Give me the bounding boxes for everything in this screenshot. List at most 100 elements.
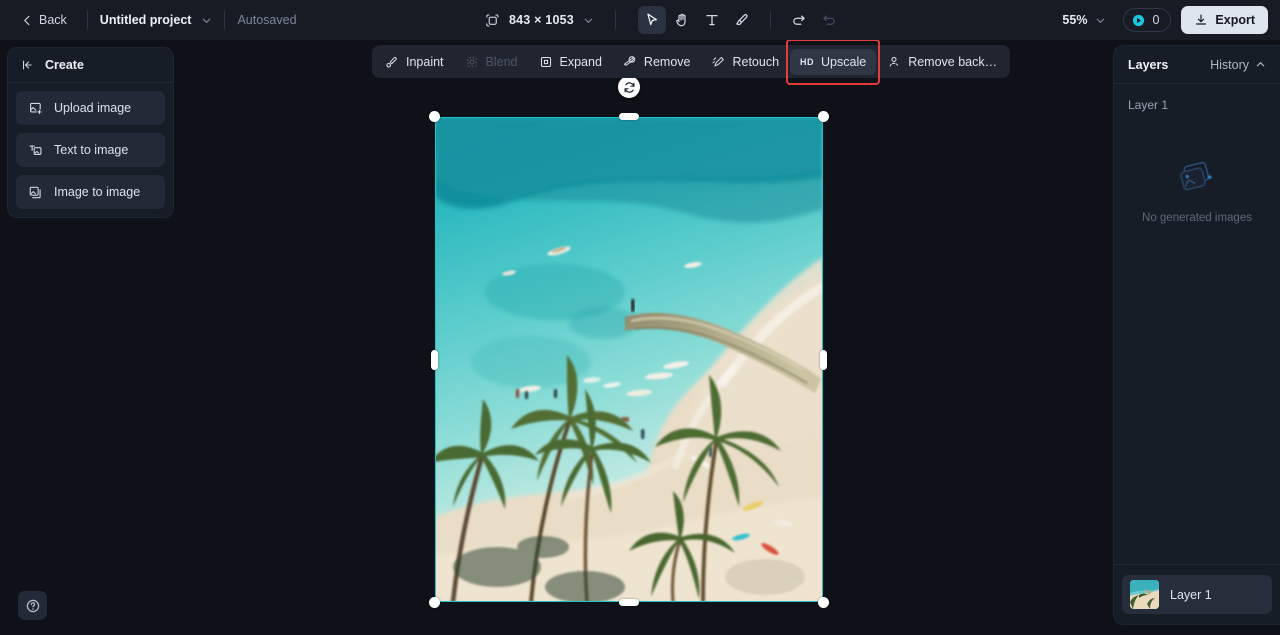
chevron-down-icon [1095,15,1106,26]
canvas-area[interactable] [182,40,1105,635]
expand-icon [539,55,553,69]
history-tab[interactable]: History [1210,58,1266,72]
hand-tool[interactable] [668,6,696,34]
canvas-size-value: 843 × 1053 [509,13,574,27]
canvas-resize-icon [485,13,500,28]
blend-button[interactable]: Blend [455,49,528,75]
layer-list: Layer 1 [1114,565,1280,624]
resize-handle-top[interactable] [619,113,639,120]
undo-button[interactable] [785,6,813,34]
divider [614,11,616,29]
text-to-image-icon [28,143,43,158]
brush-tool[interactable] [728,6,756,34]
hd-icon: HD [800,56,815,67]
remove-background-button[interactable]: Remove back… [877,49,1007,75]
beach-image-graphic [435,117,823,602]
create-panel-title: Create [45,58,84,72]
action-label: Retouch [732,54,780,69]
generated-images-empty-state: No generated images [1114,112,1280,267]
retouch-icon [711,55,725,69]
create-panel-body: Upload image Text to image Image to imag… [8,83,173,217]
image-to-image-button[interactable]: Image to image [16,175,165,209]
export-button[interactable]: Export [1181,6,1268,34]
project-name[interactable]: Untitled project [100,13,192,27]
right-panel: Layers History Layer 1 No generated imag… [1113,45,1280,625]
zoom-level-value: 55% [1062,13,1088,27]
redo-button[interactable] [815,6,843,34]
list-item[interactable]: Layer 1 [1122,575,1272,614]
remove-icon [623,55,637,69]
divider [86,11,88,29]
project-menu-chevron-down-icon[interactable] [201,15,212,26]
beach-image[interactable] [435,117,823,602]
resize-handle-bottom-left[interactable] [429,597,440,608]
resize-handle-top-right[interactable] [818,111,829,122]
action-label: Blend [485,54,518,69]
action-label: Expand [559,54,602,69]
resize-handle-right[interactable] [820,349,827,370]
remove-button[interactable]: Remove [613,49,701,75]
top-bar-center: 843 × 1053 [478,0,843,40]
zoom-level-selector[interactable]: 55% [1055,8,1113,32]
credits-button[interactable]: 0 [1123,8,1172,32]
chevron-up-icon [1255,59,1266,70]
empty-state-label: No generated images [1142,211,1252,224]
rotate-handle[interactable] [618,76,640,98]
right-panel-header: Layers History [1114,46,1280,84]
top-bar: Back Untitled project Autosaved 843 × 10… [0,0,1280,40]
resize-handle-left[interactable] [431,349,438,370]
layer-group-label: Layer 1 [1128,98,1169,112]
create-item-label: Image to image [54,185,141,199]
create-panel-header: Create [8,48,173,83]
chevron-left-icon [22,15,33,26]
resize-handle-bottom[interactable] [619,599,639,606]
export-label: Export [1215,13,1255,27]
text-tool[interactable] [698,6,726,34]
layer-name: Layer 1 [1170,587,1212,602]
text-to-image-button[interactable]: Text to image [16,133,165,167]
top-bar-left: Back Untitled project Autosaved [0,8,297,32]
blend-icon [465,55,479,69]
rotate-icon [623,81,636,94]
credits-icon [1132,14,1145,27]
layer-thumbnail [1130,580,1159,609]
help-button[interactable] [18,591,47,620]
upscale-button[interactable]: HD Upscale [790,48,877,75]
upload-image-icon [28,101,43,116]
collapse-left-icon[interactable] [21,58,35,72]
divider [224,11,226,29]
remove-background-icon [887,55,901,69]
inpaint-icon [385,55,399,69]
canvas-size-selector[interactable]: 843 × 1053 [478,8,601,33]
chevron-down-icon [583,15,594,26]
divider [769,11,771,29]
expand-button[interactable]: Expand [529,49,612,75]
create-item-label: Upload image [54,101,132,115]
question-mark-icon [25,598,41,614]
action-label: Upscale [821,54,867,69]
resize-handle-bottom-right[interactable] [818,597,829,608]
create-panel: Create Upload image Text to image Image … [7,47,174,218]
download-icon [1194,13,1208,27]
upscale-wrapper: HD Upscale [786,38,881,85]
action-label: Remove [643,54,691,69]
selected-image-artboard[interactable] [429,76,829,608]
retouch-button[interactable]: Retouch [701,49,789,75]
panel-spacer [1114,267,1280,564]
select-tool[interactable] [637,6,666,34]
upload-image-button[interactable]: Upload image [16,91,165,125]
layers-tab[interactable]: Layers [1128,58,1168,72]
autosave-status: Autosaved [237,13,297,27]
action-toolbar: Inpaint Blend Expand Remove Retouch HD U… [372,38,1011,85]
action-label: Inpaint [406,54,444,69]
tool-group [637,6,843,34]
stacked-images-icon [1175,156,1219,196]
credits-count: 0 [1152,13,1160,27]
resize-handle-top-left[interactable] [429,111,440,122]
inpaint-button[interactable]: Inpaint [375,49,454,75]
back-button[interactable]: Back [14,8,75,32]
action-label: Remove back… [908,54,998,69]
top-bar-right: 55% 0 Export [1055,0,1268,40]
back-label: Back [39,13,67,27]
image-to-image-icon [28,185,43,200]
